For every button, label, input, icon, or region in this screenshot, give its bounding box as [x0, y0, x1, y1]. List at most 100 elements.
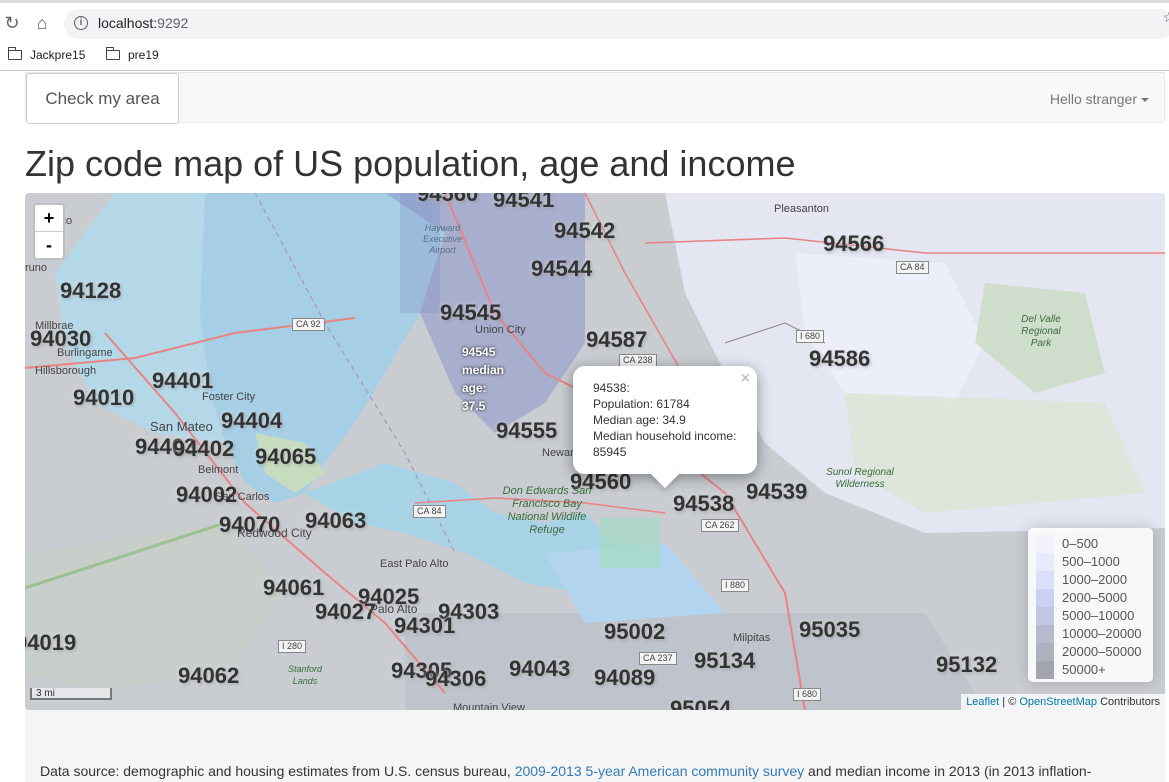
zip-label: 95054 — [670, 696, 732, 710]
popup-close-button[interactable]: × — [741, 370, 750, 388]
folder-icon — [105, 47, 120, 60]
zip-label: 94566 — [823, 231, 885, 256]
site-info-icon[interactable]: i — [74, 16, 88, 30]
highway-shield: CA 84 — [896, 261, 929, 274]
zip-label: 94404 — [221, 408, 283, 433]
user-menu-dropdown[interactable]: Hello stranger — [1050, 91, 1149, 107]
legend-item: 10000–20000 — [1036, 625, 1142, 643]
highway-shield: I 880 — [721, 579, 750, 592]
bookmark-folder-jackpre15[interactable]: Jackpre15 — [7, 45, 85, 65]
legend-item: 500–1000 — [1036, 553, 1120, 571]
legend-swatch — [1036, 607, 1054, 625]
home-icon[interactable]: ⌂ — [30, 11, 54, 35]
highway-shield: I 680 — [793, 688, 822, 701]
legend-item: 5000–10000 — [1036, 607, 1134, 625]
legend-swatch — [1036, 571, 1054, 589]
bookmarks-bar: Jackpre15 pre19 — [0, 42, 1169, 71]
map-attribution: Leaflet | © OpenStreetMap Contributors — [961, 694, 1165, 710]
osm-link[interactable]: OpenStreetMap — [1019, 696, 1097, 708]
place-label: Union City — [475, 324, 526, 336]
population-legend: 0–500 500–1000 1000–2000 2000–5000 5000–… — [1028, 528, 1153, 682]
reload-icon[interactable]: ↻ — [0, 11, 24, 35]
place-label: Redwood City — [237, 526, 312, 540]
highway-shield: CA 84 — [413, 505, 446, 518]
acs-survey-link[interactable]: 2009-2013 5-year American community surv… — [515, 763, 804, 779]
highway-shield: CA 92 — [292, 318, 325, 331]
zip-label: 94545 — [440, 300, 502, 325]
place-label: Hillsborough — [35, 365, 97, 377]
zip-label: 94089 — [594, 665, 656, 690]
place-label: Pleasanton — [774, 203, 830, 215]
zoom-control: + - — [33, 203, 65, 260]
zip-label: 95132 — [936, 652, 998, 677]
zip-label: 94586 — [809, 346, 871, 371]
bookmark-folder-pre19[interactable]: pre19 — [105, 45, 159, 65]
zip-label: 94544 — [531, 256, 593, 281]
legend-item: 2000–5000 — [1036, 589, 1127, 607]
zip-label: 95134 — [694, 648, 756, 673]
scale-bar: 3 mi — [30, 688, 112, 700]
address-bar[interactable]: i localhost:9292 — [64, 9, 1169, 39]
place-label: Palo Alto — [370, 602, 418, 616]
legend-swatch — [1036, 589, 1054, 607]
zip-label: 94128 — [60, 278, 122, 303]
zip-label: 94541 — [493, 193, 555, 212]
zoom-in-button[interactable]: + — [35, 205, 63, 232]
zip-code-map[interactable]: 94560 94541 94542 94566 94128 94544 9454… — [25, 193, 1165, 710]
zip-label: 94019 — [25, 630, 77, 655]
legend-swatch — [1036, 643, 1054, 661]
highway-shield: I 280 — [278, 640, 307, 653]
zip-label: 94010 — [73, 385, 135, 410]
highway-shield: I 680 — [796, 330, 825, 343]
zip-label: 94063 — [305, 508, 367, 533]
zip-label: 94587 — [586, 327, 648, 352]
zip-label: 94402 — [173, 436, 235, 461]
folder-icon — [7, 47, 22, 60]
zip-label: 94061 — [263, 575, 325, 600]
park-label: Stanford Lands — [287, 664, 323, 686]
place-label: Mountain View — [453, 702, 525, 710]
zip-label: 94539 — [746, 479, 808, 504]
legend-item: 0–500 — [1036, 535, 1098, 553]
place-label: Burlingame — [57, 347, 113, 359]
refuge-label: Don Edwards San Francisco Bay National W… — [502, 485, 592, 536]
leaflet-link[interactable]: Leaflet — [966, 696, 999, 708]
browser-toolbar: ↻ ⌂ i localhost:9292 ☆ — [0, 0, 1169, 42]
place-label: East Palo Alto — [380, 558, 449, 570]
legend-item: 50000+ — [1036, 661, 1106, 679]
zip-label: 94538 — [673, 491, 735, 516]
place-label: Milpitas — [733, 632, 771, 644]
place-label: Belmont — [198, 464, 239, 476]
park-label: Sunol Regional Wilderness — [826, 467, 894, 490]
zip-label: 95002 — [604, 619, 666, 644]
park-label: Del Valle Regional Park — [1021, 314, 1061, 349]
place-label: runo — [25, 262, 48, 274]
legend-swatch — [1036, 661, 1054, 679]
bookmark-star-icon[interactable]: ☆ — [1162, 9, 1169, 26]
zip-label: 94301 — [394, 613, 456, 638]
legend-item: 20000–50000 — [1036, 643, 1142, 661]
caret-down-icon — [1141, 98, 1149, 103]
highway-shield: CA 262 — [701, 519, 739, 532]
place-label: San Mateo — [150, 419, 213, 434]
legend-item: 1000–2000 — [1036, 571, 1127, 589]
popup-content: 94538: Population: 61784 Median age: 34.… — [593, 381, 737, 459]
place-label: San Carlos — [215, 491, 270, 503]
legend-swatch — [1036, 625, 1054, 643]
place-label: Millbrae — [35, 320, 74, 332]
check-my-area-button[interactable]: Check my area — [26, 73, 179, 124]
place-label: Foster City — [202, 391, 256, 403]
legend-swatch — [1036, 553, 1054, 571]
zip-label: 95035 — [799, 617, 861, 642]
zip-label: 94043 — [509, 656, 571, 681]
highway-shield: CA 237 — [639, 652, 677, 665]
zip-label: 94065 — [255, 444, 317, 469]
legend-swatch — [1036, 535, 1054, 553]
url-text: localhost:9292 — [98, 15, 189, 31]
data-source-text: Data source: demographic and housing est… — [40, 763, 1092, 779]
zip-label: 94027 — [315, 599, 377, 624]
airport-label: Hayward Executive Airport — [422, 223, 463, 255]
zip-label: 94542 — [554, 218, 616, 243]
page-title: Zip code map of US population, age and i… — [25, 143, 796, 184]
zoom-out-button[interactable]: - — [35, 232, 63, 258]
